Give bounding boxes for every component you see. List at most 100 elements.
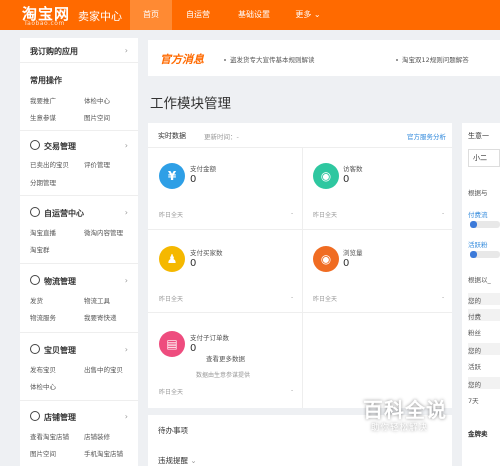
panel-text: 付费 — [468, 313, 481, 321]
metric-compare: - — [291, 294, 294, 301]
metric-label: 支付金额 — [190, 165, 216, 173]
link-reviews[interactable]: 评价管理 — [84, 159, 110, 169]
panel-text: 您的 — [468, 381, 481, 389]
todo-title: 待办事项 — [158, 426, 188, 435]
progress-bar — [470, 251, 500, 258]
eye-icon: ◉ — [313, 246, 339, 272]
metric-value: 0 — [343, 258, 350, 269]
metric-compare: - — [442, 210, 445, 217]
link-weitao[interactable]: 微淘内容管理 — [84, 227, 123, 237]
link-sold-items[interactable]: 已卖出的宝贝 — [30, 159, 69, 169]
link-health-center[interactable]: 体检中心 — [84, 95, 110, 105]
section-shop[interactable]: 店铺管理 — [44, 412, 76, 423]
top-nav-bar: 淘宝网 Taobao.com 卖家中心 首页 自运营 基础设置 更多 ⌄ — [0, 0, 500, 30]
link-view-shop[interactable]: 查看淘宝店铺 — [30, 431, 69, 441]
yen-icon: ¥ — [159, 163, 185, 189]
metric-value: 0 — [190, 258, 197, 269]
divider — [20, 130, 138, 131]
footprint-icon: ◉ — [313, 163, 339, 189]
violation-reminder[interactable]: 违规提醒 ⌄ — [158, 455, 197, 466]
metric-compare: - — [442, 294, 445, 301]
link-ship[interactable]: 发货 — [30, 295, 43, 305]
metric-label: 支付子订单数 — [190, 334, 229, 342]
divider — [20, 195, 138, 196]
chevron-right-icon[interactable]: › — [125, 345, 128, 354]
divider — [148, 312, 452, 313]
metric-footnote: 昨日全天 — [313, 296, 338, 303]
panel-link[interactable]: 活跃粉 — [468, 239, 488, 249]
notice-title: 官方消息 — [160, 53, 204, 66]
metric-value: 0 — [190, 174, 197, 185]
bullet-icon — [224, 59, 226, 61]
taobao-logo-sub: Taobao.com — [24, 20, 65, 27]
notice-item[interactable]: 盗发货专大宣传基本规则解读 — [224, 54, 315, 64]
business-panel: 生意一 小二 根据与 付费流 活跃粉 根据以_ 您的 付费 粉丝 您的 活跃 您… — [462, 123, 500, 466]
realtime-data-card: 实时数据 更新时间：- 官方服务分析 ¥ 支付金额 0 昨日全天 - ◉ 访客数… — [148, 123, 452, 408]
metric-label: 浏览量 — [343, 249, 363, 257]
divider — [20, 62, 138, 63]
tab-self-operation[interactable]: 自运营 — [175, 0, 221, 30]
chevron-right-icon[interactable]: › — [125, 208, 128, 217]
section-logistics[interactable]: 物流管理 — [44, 276, 76, 287]
link-items-on-sale[interactable]: 出售中的宝贝 — [84, 364, 123, 374]
section-common-ops: 常用操作 — [30, 76, 62, 85]
section-self-operation[interactable]: 自运营中心 — [44, 208, 84, 219]
link-publish-item[interactable]: 发布宝贝 — [30, 364, 56, 374]
link-shop-decor[interactable]: 店铺装修 — [84, 431, 110, 441]
tab-xiaoer[interactable]: 小二 — [468, 149, 500, 167]
link-business-advisor[interactable]: 生意参谋 — [30, 112, 56, 122]
metric-footnote: 昨日全天 — [159, 389, 184, 396]
section-items[interactable]: 宝贝管理 — [44, 345, 76, 356]
tab-more[interactable]: 更多 ⌄ — [287, 0, 329, 30]
seller-center-title[interactable]: 卖家中心 — [78, 8, 122, 24]
panel-text: 您的 — [468, 297, 481, 305]
update-time: 更新时间：- — [204, 133, 239, 141]
panel-text: 粉丝 — [468, 329, 481, 337]
link-send-express[interactable]: 我要寄快递 — [84, 312, 117, 322]
divider — [20, 332, 138, 333]
chevron-right-icon[interactable]: › — [125, 141, 128, 150]
shop-icon — [30, 411, 40, 421]
link-image-space[interactable]: 图片空间 — [84, 112, 110, 122]
divider — [302, 147, 303, 408]
metric-value: 0 — [343, 174, 350, 185]
tab-basic-settings[interactable]: 基础设置 — [227, 0, 281, 30]
panel-text: 您的 — [468, 347, 481, 355]
panel-link[interactable]: 付费流 — [468, 209, 488, 219]
chevron-right-icon[interactable]: › — [125, 46, 128, 55]
link-image-space-2[interactable]: 图片空间 — [30, 448, 56, 458]
metric-footnote: 昨日全天 — [159, 296, 184, 303]
divider — [20, 400, 138, 401]
section-trade[interactable]: 交易管理 — [44, 141, 76, 152]
link-health-center-2[interactable]: 体检中心 — [30, 381, 56, 391]
link-promote[interactable]: 我要推广 — [30, 95, 56, 105]
panel-text: 7天 — [468, 397, 479, 405]
box-icon — [30, 344, 40, 354]
metric-label: 访客数 — [343, 165, 363, 173]
official-notice-bar: 官方消息 盗发货专大宣传基本规则解读 淘宝双12规则问题解答 — [148, 40, 500, 76]
progress-fill — [470, 221, 477, 228]
chevron-right-icon[interactable]: › — [125, 412, 128, 421]
notice-item[interactable]: 淘宝双12规则问题解答 — [396, 54, 469, 64]
view-more-data-link[interactable]: 查看更多数据 — [206, 353, 245, 363]
buyers-icon: ♟ — [159, 246, 185, 272]
link-taobao-group[interactable]: 淘宝群 — [30, 244, 50, 254]
subscribed-apps-heading[interactable]: 我订购的应用 — [30, 46, 78, 57]
tab-home[interactable]: 首页 — [130, 0, 172, 30]
currency-icon — [30, 140, 40, 150]
panel-title: 生意一 — [468, 132, 489, 140]
link-logistics-service[interactable]: 物流服务 — [30, 312, 56, 322]
metric-value: 0 — [190, 343, 197, 354]
chevron-right-icon[interactable]: › — [125, 276, 128, 285]
truck-icon — [30, 275, 40, 285]
service-analysis-link[interactable]: 官方服务分析 — [407, 131, 446, 141]
link-mobile-shop[interactable]: 手机淘宝店铺 — [84, 448, 123, 458]
link-installments[interactable]: 分期管理 — [30, 177, 56, 187]
page-title: 工作模块管理 — [150, 96, 231, 112]
divider — [148, 147, 452, 148]
link-logistics-tools[interactable]: 物流工具 — [84, 295, 110, 305]
metric-compare: - — [291, 210, 294, 217]
chevron-down-icon: ⌄ — [313, 10, 321, 19]
link-live[interactable]: 淘宝直播 — [30, 227, 56, 237]
metric-footnote: 昨日全天 — [159, 212, 184, 219]
